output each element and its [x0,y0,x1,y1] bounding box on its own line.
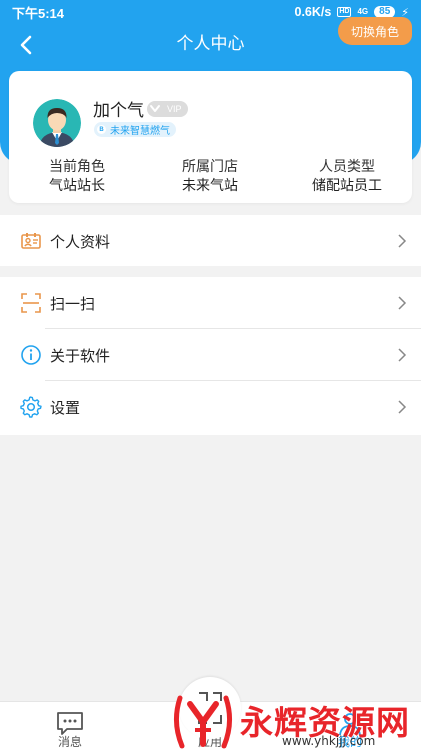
menu-item-settings[interactable]: 设置 [0,381,421,433]
menu-item-label: 个人资料 [50,233,111,251]
info-icon [21,345,41,365]
avatar[interactable] [33,99,81,147]
vip-label: VIP [167,104,182,114]
info-store: 所属门店 未来气站 [150,157,270,194]
avatar-icon [33,99,81,147]
menu-item-about[interactable]: 关于软件 [0,329,421,381]
company-name: 未来智慧燃气 [110,126,170,137]
info-label: 人员类型 [319,158,375,174]
menu-item-personal-info[interactable]: 个人资料 [0,215,421,267]
chevron-right-icon [398,234,407,248]
menu-item-label: 扫一扫 [50,295,96,313]
company-tag: B 未来智慧燃气 [94,122,176,137]
info-value: 储配站员工 [312,177,382,193]
gear-icon [20,396,42,418]
vip-badge: VIP [147,101,188,117]
status-time: 下午5:14 [12,5,65,21]
info-current-role: 当前角色 气站站长 [17,157,137,194]
profile-card: 加个气 VIP B 未来智慧燃气 当前角色 气站站长 所属门店 未来气站 人员类… [9,71,412,203]
tab-messages[interactable]: 消息 [25,702,115,750]
menu-group-profile: 个人资料 [0,215,421,266]
user-name: 加个气 [93,101,144,120]
info-label: 所属门店 [182,158,238,174]
apps-icon [198,692,222,724]
network-speed: 0.6K/s [294,5,332,19]
company-icon: B [97,125,106,134]
hd-badge: HD [337,7,352,17]
tab-label: 我的 [337,735,362,749]
menu-item-scan[interactable]: 扫一扫 [0,277,421,329]
info-value: 气站站长 [49,177,105,193]
chevron-right-icon [398,296,407,310]
switch-role-button[interactable]: 切换角色 [338,17,412,45]
id-card-icon [21,233,41,249]
menu-group-tools: 扫一扫 关于软件 设置 [0,277,421,435]
heart-icon [150,105,160,112]
apps-center-button[interactable] [179,677,241,739]
menu-item-label: 设置 [50,399,81,417]
info-value: 未来气站 [182,177,238,193]
menu-item-label: 关于软件 [50,347,111,365]
chevron-right-icon [398,348,407,362]
info-staff-type: 人员类型 储配站员工 [287,157,407,194]
tab-mine[interactable]: 我的 [305,702,395,750]
scan-icon [21,293,41,313]
tab-label: 消息 [57,735,82,749]
chevron-right-icon [398,400,407,414]
signal-icon: 4G [357,7,369,16]
info-label: 当前角色 [49,158,105,174]
